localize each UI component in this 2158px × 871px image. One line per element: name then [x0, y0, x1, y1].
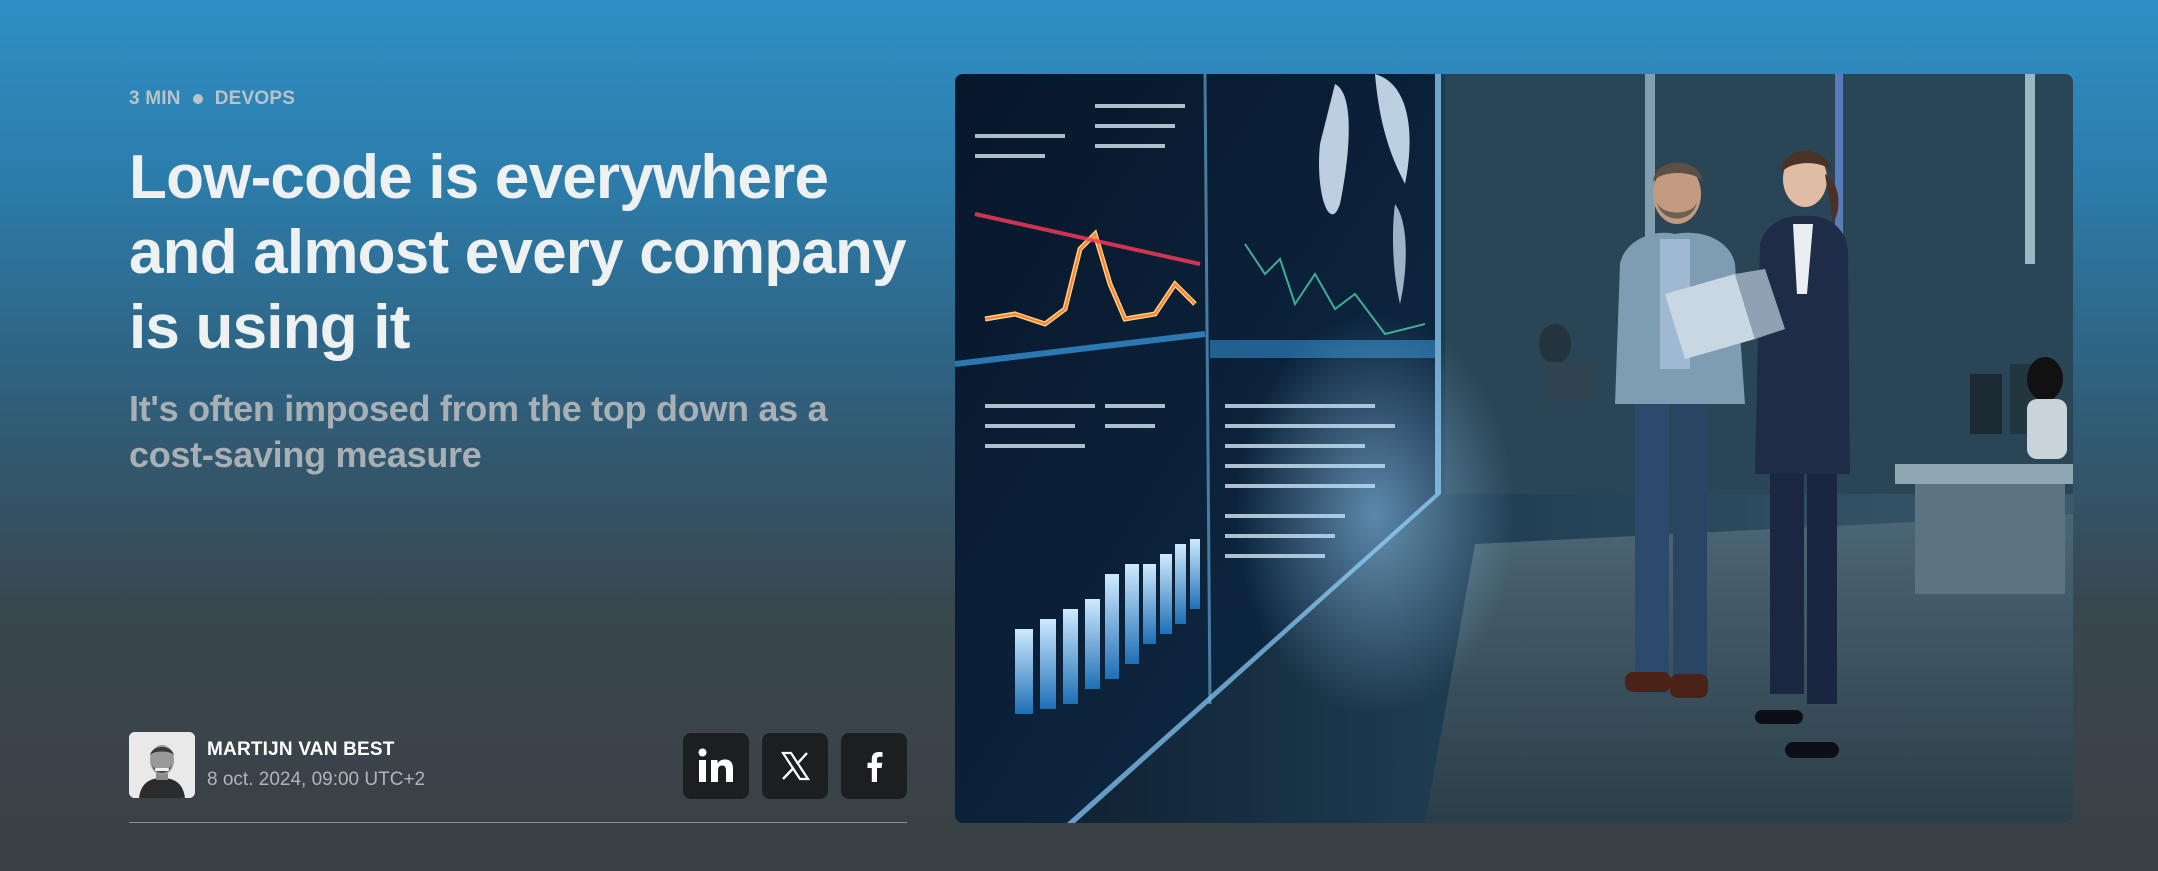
- read-time: 3 MIN: [129, 88, 181, 109]
- share-facebook-button[interactable]: [841, 733, 907, 799]
- author-block: MARTIJN VAN BEST 8 oct. 2024, 09:00 UTC+…: [129, 732, 425, 798]
- separator-dot: [192, 94, 203, 104]
- author-name[interactable]: MARTIJN VAN BEST: [207, 739, 425, 761]
- article-header: 3 MIN DEVOPS Low-code is everywhere and …: [129, 0, 907, 871]
- share-buttons: [683, 733, 907, 799]
- author-photo-icon: [129, 732, 195, 798]
- publish-date: 8 oct. 2024, 09:00 UTC+2: [207, 769, 426, 790]
- article-meta: 3 MIN DEVOPS: [129, 88, 295, 110]
- linkedin-icon: [698, 748, 733, 782]
- hero-image: [955, 74, 2073, 823]
- facebook-icon: [867, 752, 883, 782]
- category-link[interactable]: DEVOPS: [215, 88, 295, 110]
- divider: [129, 822, 907, 823]
- share-x-button[interactable]: [762, 733, 828, 799]
- article-subtitle: It's often imposed from the top down as …: [129, 388, 828, 475]
- avatar[interactable]: [129, 732, 195, 798]
- article-title: Low-code is everywhere and almost every …: [129, 143, 907, 362]
- share-linkedin-button[interactable]: [683, 733, 749, 799]
- x-icon: [780, 751, 810, 781]
- control-room-image: [955, 74, 2073, 823]
